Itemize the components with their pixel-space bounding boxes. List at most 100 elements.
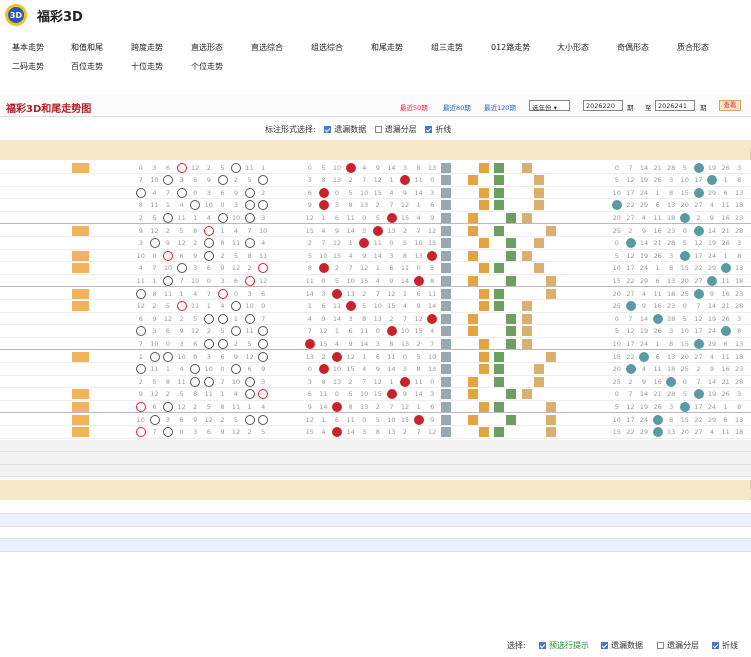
preview-form[interactable] <box>441 452 452 464</box>
preview-digit[interactable] <box>637 465 651 477</box>
preview-digit[interactable] <box>692 440 706 452</box>
preview-form[interactable] <box>506 440 517 452</box>
preview-form[interactable] <box>522 440 533 452</box>
mode-line[interactable]: 折线 <box>435 125 451 134</box>
nav-link[interactable]: 跨度走势 <box>131 42 163 53</box>
nav-link[interactable]: 奇偶形态 <box>617 42 649 53</box>
preview-digit[interactable] <box>256 452 270 464</box>
preview-digit[interactable] <box>134 465 148 477</box>
footer-preview-hint[interactable]: 预选行提示 <box>549 641 589 650</box>
preview-digit[interactable] <box>732 452 746 464</box>
column-header[interactable] <box>582 143 610 157</box>
nav-link[interactable]: 012路走势 <box>491 42 530 53</box>
preview-digit[interactable] <box>330 465 344 477</box>
preview-form[interactable] <box>546 452 557 464</box>
nav-link[interactable]: 十位走势 <box>131 61 163 72</box>
recent-120-link[interactable]: 最近120期 <box>484 102 516 112</box>
preview-digit[interactable] <box>175 452 189 464</box>
preview-digit[interactable] <box>610 440 624 452</box>
preview-digit[interactable] <box>161 440 175 452</box>
footer-miss-data[interactable]: 遗漏数据 <box>611 641 643 650</box>
preview-digit[interactable] <box>678 465 692 477</box>
preview-form[interactable] <box>441 440 452 452</box>
preview-digit[interactable] <box>425 465 439 477</box>
preview-digit[interactable] <box>216 465 230 477</box>
preview-digit[interactable] <box>678 440 692 452</box>
preview-digit[interactable] <box>398 440 412 452</box>
preview-digit[interactable] <box>134 452 148 464</box>
preview-digit[interactable] <box>412 452 426 464</box>
preview-form[interactable] <box>452 440 463 452</box>
preview-digit[interactable] <box>148 452 162 464</box>
column-header[interactable] <box>98 143 134 157</box>
preview-digit[interactable] <box>357 452 371 464</box>
preview-digit[interactable] <box>229 452 243 464</box>
preview-digit[interactable] <box>317 465 331 477</box>
preview-digit[interactable] <box>317 452 331 464</box>
column-header[interactable] <box>35 143 63 157</box>
preview-digit[interactable] <box>216 440 230 452</box>
footer-miss-layer[interactable]: 遗漏分层 <box>667 641 699 650</box>
recent-80-link[interactable]: 最近80期 <box>443 102 471 112</box>
preview-digit[interactable] <box>610 452 624 464</box>
preview-form[interactable] <box>452 452 463 464</box>
preview-digit[interactable] <box>256 465 270 477</box>
preview-digit[interactable] <box>161 465 175 477</box>
nav-link[interactable]: 直选综合 <box>251 42 283 53</box>
preview-digit[interactable] <box>664 465 678 477</box>
recent-50-link[interactable]: 最近50期 <box>400 102 428 112</box>
preview-form[interactable] <box>452 465 463 477</box>
preview-digit[interactable] <box>317 440 331 452</box>
preview-digit[interactable] <box>303 465 317 477</box>
preview-digit[interactable] <box>412 465 426 477</box>
preview-digit[interactable] <box>385 465 399 477</box>
preview-digit[interactable] <box>303 440 317 452</box>
nav-link[interactable]: 直选形态 <box>191 42 223 53</box>
preview-form[interactable] <box>534 452 545 464</box>
preview-digit[interactable] <box>134 440 148 452</box>
preview-digit[interactable] <box>678 452 692 464</box>
preview-digit[interactable] <box>692 452 706 464</box>
preview-digit[interactable] <box>637 452 651 464</box>
to-issue-input[interactable]: 2026241 <box>655 100 695 111</box>
footer-line[interactable]: 折线 <box>722 641 738 650</box>
year-select[interactable]: 选年份 ▾ <box>529 100 570 112</box>
preview-digit[interactable] <box>624 440 638 452</box>
nav-link[interactable]: 组选综合 <box>311 42 343 53</box>
preview-digit[interactable] <box>425 440 439 452</box>
preview-digit[interactable] <box>610 465 624 477</box>
preview-digit[interactable] <box>719 452 733 464</box>
preview-form[interactable] <box>479 452 490 464</box>
preview-digit[interactable] <box>705 440 719 452</box>
preview-digit[interactable] <box>330 452 344 464</box>
preview-digit[interactable] <box>385 440 399 452</box>
preview-digit[interactable] <box>719 440 733 452</box>
preview-digit[interactable] <box>412 440 426 452</box>
preview-form[interactable] <box>468 440 479 452</box>
preview-form[interactable] <box>494 465 505 477</box>
preview-digit[interactable] <box>202 465 216 477</box>
checkbox-icon[interactable] <box>539 642 546 649</box>
preview-form[interactable] <box>479 465 490 477</box>
preview-form[interactable] <box>522 452 533 464</box>
preview-digit[interactable] <box>398 465 412 477</box>
preview-form[interactable] <box>534 465 545 477</box>
column-header[interactable] <box>270 143 303 157</box>
nav-link[interactable]: 百位走势 <box>71 61 103 72</box>
nav-link[interactable]: 基本走势 <box>12 42 44 53</box>
preview-digit[interactable] <box>398 452 412 464</box>
preview-digit[interactable] <box>330 440 344 452</box>
checkbox-icon[interactable] <box>657 642 664 649</box>
preview-digit[interactable] <box>303 452 317 464</box>
preview-digit[interactable] <box>732 440 746 452</box>
preview-form[interactable] <box>479 440 490 452</box>
nav-link[interactable]: 大小形态 <box>557 42 589 53</box>
preview-digit[interactable] <box>229 440 243 452</box>
preview-form[interactable] <box>546 440 557 452</box>
nav-link[interactable]: 二码走势 <box>12 61 44 72</box>
nav-link[interactable]: 和值和尾 <box>71 42 103 53</box>
preview-digit[interactable] <box>637 440 651 452</box>
preview-digit[interactable] <box>624 465 638 477</box>
from-issue-input[interactable]: 2026220 <box>583 100 623 111</box>
preview-form[interactable] <box>506 452 517 464</box>
